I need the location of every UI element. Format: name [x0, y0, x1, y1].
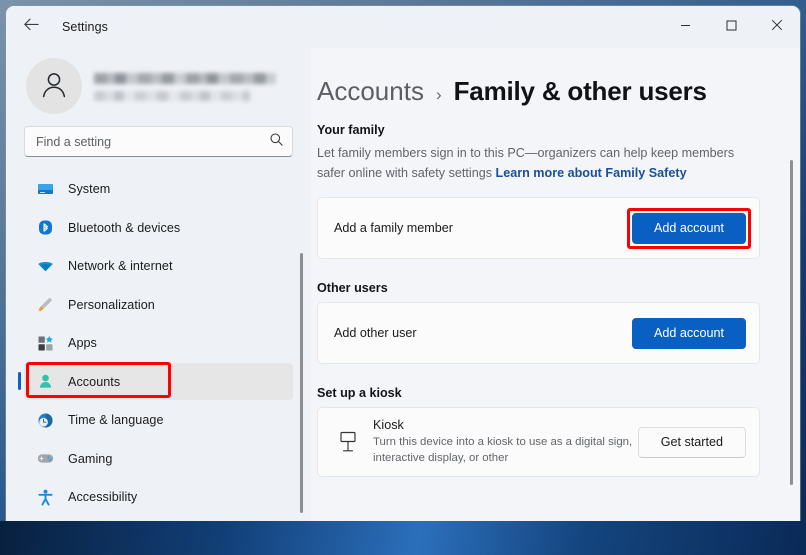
gamepad-icon — [36, 450, 54, 468]
wifi-icon — [36, 257, 54, 275]
settings-window: Settings Find a setting System Bluetooth… — [6, 6, 800, 555]
breadcrumb-parent[interactable]: Accounts — [317, 76, 424, 107]
add-family-member-button-wrap: Add account — [626, 207, 751, 249]
sidebar-item-label: Bluetooth & devices — [68, 220, 181, 235]
profile-text — [94, 71, 276, 101]
sidebar-item-label: System — [68, 182, 111, 196]
search-box[interactable] — [24, 126, 293, 157]
chevron-right-icon: › — [435, 85, 442, 104]
minimize-button[interactable] — [662, 6, 708, 48]
bluetooth-icon — [36, 219, 54, 237]
accessibility-icon — [36, 488, 54, 506]
person-avatar-icon — [38, 68, 70, 105]
clock-globe-icon — [36, 411, 54, 429]
add-other-user-card: Add other user Add account — [317, 302, 760, 364]
avatar — [26, 58, 82, 114]
back-button[interactable] — [14, 12, 48, 42]
sidebar-item-bluetooth-devices[interactable]: Bluetooth & devices — [24, 209, 293, 246]
maximize-button[interactable] — [708, 6, 754, 48]
close-button[interactable] — [754, 6, 800, 48]
family-safety-link[interactable]: Learn more about Family Safety — [496, 166, 687, 180]
add-family-member-label: Add a family member — [334, 221, 453, 235]
kiosk-card-texts: Kiosk Turn this device into a kiosk to u… — [373, 408, 638, 476]
search-area — [6, 124, 311, 169]
breadcrumb: Accounts › Family & other users — [317, 64, 760, 107]
sidebar-item-system[interactable]: System — [24, 171, 293, 208]
kiosk-get-started-button[interactable]: Get started — [637, 426, 746, 458]
add-other-user-add-account-button[interactable]: Add account — [631, 317, 746, 349]
sidebar-item-personalization[interactable]: Personalization — [24, 286, 293, 323]
section-your-family: Your family Let family members sign in t… — [317, 123, 760, 259]
sidebar-item-time-language[interactable]: Time & language — [24, 402, 293, 439]
section-description: Let family members sign in to this PC—or… — [317, 144, 740, 183]
add-family-member-card: Add a family member Add account — [317, 197, 760, 259]
section-heading: Your family — [317, 123, 385, 137]
sidebar-item-label: Network & internet — [68, 259, 173, 273]
kiosk-card: Kiosk Turn this device into a kiosk to u… — [317, 407, 760, 477]
paintbrush-icon — [36, 296, 54, 314]
sidebar-item-accounts[interactable]: Accounts — [18, 362, 293, 400]
page-title: Family & other users — [453, 76, 707, 106]
person-icon — [36, 373, 54, 391]
sidebar-item-label: Accessibility — [68, 490, 138, 504]
sidebar-item-gaming[interactable]: Gaming — [24, 440, 293, 477]
window-body: System Bluetooth & devices — [6, 48, 800, 555]
sidebar-nav-list: System Bluetooth & devices Network & int… — [6, 169, 311, 555]
desktop-background: Settings Find a setting System Bluetooth… — [0, 0, 806, 555]
sidebar-item-label: Time & language — [68, 413, 164, 427]
kiosk-card-subtitle: Turn this device into a kiosk to use as … — [373, 436, 633, 464]
sidebar-item-apps[interactable]: Apps — [24, 325, 293, 362]
monitor-icon — [36, 180, 54, 198]
sidebar-item-network-internet[interactable]: Network & internet — [24, 248, 293, 285]
section-other-users: Other users Add other user Add account — [317, 281, 760, 364]
title-bar: Settings — [6, 6, 800, 48]
apps-grid-icon — [36, 334, 54, 352]
add-family-member-add-account-button[interactable]: Add account — [631, 212, 746, 244]
sidebar-item-label: Gaming — [68, 451, 113, 466]
main-scrollbar[interactable] — [790, 160, 793, 485]
add-other-user-label: Add other user — [334, 326, 417, 340]
maximize-icon — [726, 18, 737, 36]
window-title: Settings — [62, 20, 108, 34]
sidebar-item-accessibility[interactable]: Accessibility — [24, 479, 293, 516]
minimize-icon — [680, 18, 691, 36]
close-icon — [771, 18, 783, 36]
sidebar-item-label: Apps — [68, 336, 97, 350]
sidebar: System Bluetooth & devices — [6, 48, 311, 555]
window-controls — [662, 6, 800, 48]
kiosk-icon — [331, 430, 365, 454]
back-arrow-icon — [23, 17, 40, 37]
search-input[interactable] — [36, 134, 269, 149]
kiosk-card-title: Kiosk — [373, 418, 404, 432]
profile-email-redacted — [94, 91, 250, 101]
section-heading: Set up a kiosk — [317, 386, 402, 400]
main-content: Accounts › Family & other users Your fam… — [311, 48, 800, 555]
sidebar-item-label: Accounts — [68, 374, 121, 389]
profile-name-redacted — [94, 73, 276, 84]
section-set-up-a-kiosk: Set up a kiosk Kiosk Turn this device in… — [317, 386, 760, 477]
user-profile[interactable] — [6, 48, 311, 124]
section-heading: Other users — [317, 281, 388, 295]
sidebar-item-label: Personalization — [68, 297, 155, 312]
search-icon — [269, 132, 284, 152]
sidebar-scrollbar[interactable] — [300, 253, 303, 513]
